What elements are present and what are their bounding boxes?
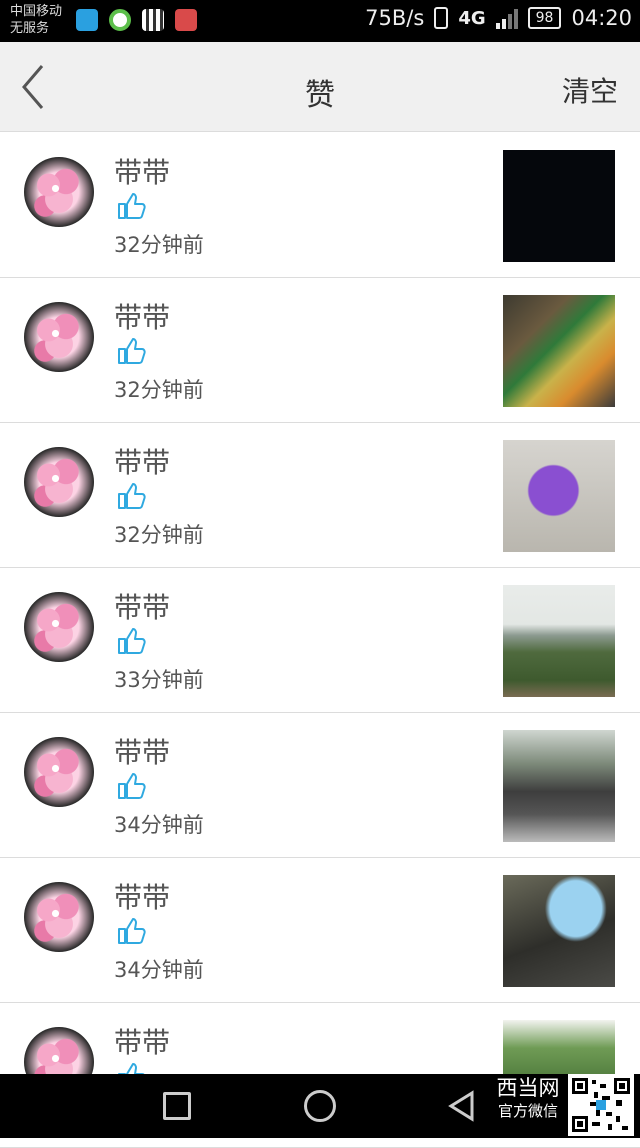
recent-apps-button[interactable] — [163, 1092, 191, 1120]
like-list-item[interactable]: 带带 33分钟前 — [0, 568, 640, 713]
app-notification-icon — [109, 9, 131, 31]
post-thumbnail[interactable] — [503, 585, 615, 697]
watermark-title: 西当网 — [496, 1076, 560, 1100]
like-time: 32分钟前 — [114, 233, 204, 257]
user-name: 带带 — [114, 446, 171, 479]
like-time: 33分钟前 — [114, 668, 204, 692]
post-thumbnail[interactable] — [503, 295, 615, 407]
avatar[interactable] — [24, 882, 94, 952]
like-list-item[interactable]: 带带 32分钟前 — [0, 133, 640, 278]
like-time: 32分钟前 — [114, 523, 204, 547]
qr-notification-icon — [142, 9, 164, 31]
carrier-name: 中国移动 — [10, 4, 63, 19]
like-list-item[interactable]: 带带 32分钟前 — [0, 423, 640, 568]
app-notification-icon — [76, 9, 98, 31]
like-list-item[interactable]: 带带 34分钟前 — [0, 858, 640, 1003]
home-button[interactable] — [304, 1090, 336, 1122]
like-time: 32分钟前 — [114, 378, 204, 402]
page-title: 赞 — [305, 78, 335, 113]
user-name: 带带 — [114, 736, 171, 769]
qr-code-image — [568, 1074, 634, 1136]
avatar[interactable] — [24, 447, 94, 517]
like-time: 34分钟前 — [114, 958, 204, 982]
status-right: 75B/s 4G 98 04:20 — [365, 6, 632, 30]
navigation-bar: 西当网 官方微信 — [0, 1074, 640, 1138]
nav-back-button[interactable] — [446, 1090, 478, 1122]
thumbs-up-icon — [118, 628, 146, 654]
likes-list: 带带 32分钟前 带带 32分钟前 带带 32分钟前 带带 33分钟前 带带 34分钟前 带带 34分… — [0, 133, 640, 1148]
service-status: 无服务 — [10, 21, 50, 36]
like-list-item[interactable]: 带带 32分钟前 — [0, 278, 640, 423]
signal-icon — [495, 7, 518, 29]
user-name: 带带 — [114, 156, 171, 189]
thumbs-up-icon — [118, 773, 146, 799]
avatar[interactable] — [24, 592, 94, 662]
avatar[interactable] — [24, 157, 94, 227]
thumbs-up-icon — [118, 193, 146, 219]
avatar[interactable] — [24, 737, 94, 807]
clock: 04:20 — [571, 6, 632, 30]
avatar[interactable] — [24, 302, 94, 372]
watermark-subtitle: 官方微信 — [497, 1102, 558, 1120]
app-notification-icon — [175, 9, 197, 31]
battery-icon: 98 — [527, 7, 562, 29]
watermark: 西当网 官方微信 — [492, 1078, 564, 1119]
thumbs-up-icon — [118, 918, 146, 944]
thumbs-up-icon — [118, 483, 146, 509]
user-name: 带带 — [114, 881, 171, 914]
like-list-item[interactable]: 带带 34分钟前 — [0, 713, 640, 858]
user-name: 带带 — [114, 301, 171, 334]
user-name: 带带 — [114, 591, 171, 624]
post-thumbnail[interactable] — [503, 730, 615, 842]
app-header: 赞 清空 — [0, 42, 640, 132]
network-type: 4G — [458, 7, 486, 29]
like-time: 34分钟前 — [114, 813, 204, 837]
notification-icons — [76, 9, 197, 31]
user-name: 带带 — [114, 1026, 171, 1059]
carrier-info: 中国移动 无服务 — [10, 3, 62, 37]
post-thumbnail[interactable] — [503, 150, 615, 262]
vibrate-icon — [434, 7, 449, 29]
post-thumbnail[interactable] — [503, 875, 615, 987]
status-bar: 中国移动 无服务 75B/s 4G 98 04:20 — [0, 0, 640, 42]
post-thumbnail[interactable] — [503, 440, 615, 552]
network-speed: 75B/s — [365, 6, 425, 30]
thumbs-up-icon — [118, 338, 146, 364]
clear-button[interactable]: 清空 — [562, 70, 618, 110]
